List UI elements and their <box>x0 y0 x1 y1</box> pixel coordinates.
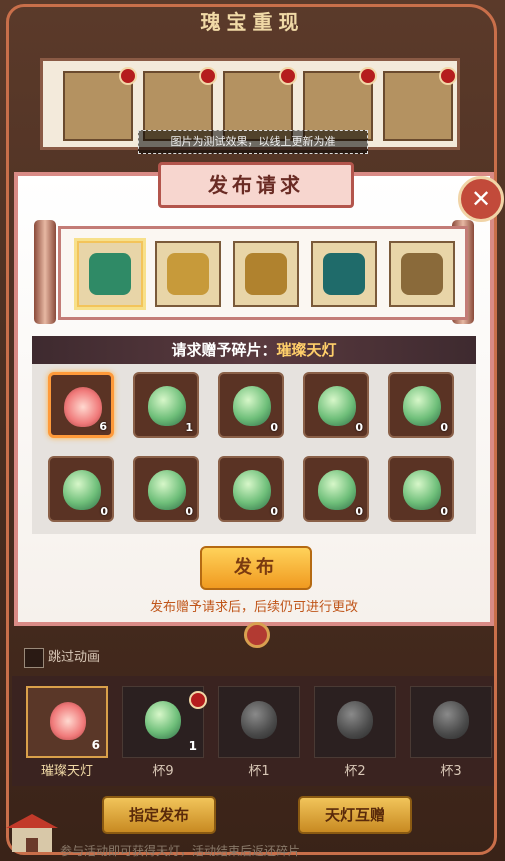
background-title: 瑰宝重现 <box>200 10 305 34</box>
fragment-cell-4[interactable]: 0 <box>303 372 369 438</box>
skip-animation-toggle[interactable]: 跳过动画 <box>24 646 100 668</box>
dragon-seal-icon <box>167 253 209 295</box>
assign-publish-button[interactable]: 指定发布 <box>102 796 216 834</box>
fragment-count: 0 <box>100 505 108 518</box>
fragment-cell-3[interactable]: 0 <box>218 372 284 438</box>
request-target: 璀璨天灯 <box>276 341 337 359</box>
fragment-cell-7[interactable]: 0 <box>133 456 199 522</box>
bronze-bowl-icon <box>245 253 287 295</box>
red-dot-icon <box>279 67 297 85</box>
close-icon: ✕ <box>470 185 492 213</box>
bronze-ding-icon <box>401 253 443 295</box>
treasure-slot-4[interactable] <box>311 241 377 307</box>
fragment-count: 0 <box>440 421 448 434</box>
knot-ornament-icon <box>244 622 270 648</box>
fragment-cell-6[interactable]: 0 <box>48 456 114 522</box>
request-bar: 请求赠予碎片：璀璨天灯 <box>32 336 476 364</box>
treasure-slot-3[interactable] <box>233 241 299 307</box>
red-dot-icon <box>359 67 377 85</box>
bg-slot <box>63 67 137 141</box>
red-dot-icon <box>189 691 207 709</box>
inventory-label: 杯3 <box>440 764 462 779</box>
fragment-count: 1 <box>185 421 193 434</box>
checkbox[interactable] <box>24 647 44 668</box>
fragment-count: 0 <box>270 421 278 434</box>
fragment-count: 0 <box>185 505 193 518</box>
jade-vase-icon <box>323 253 365 295</box>
inventory-count: 1 <box>188 739 197 753</box>
skip-animation-label: 跳过动画 <box>48 650 101 665</box>
locked-lamp-icon <box>241 701 277 739</box>
fragment-count: 0 <box>355 421 363 434</box>
modal-title: 发布请求 <box>158 162 354 208</box>
inventory-slot-4[interactable] <box>314 686 396 758</box>
lotus-lamp-icon <box>64 387 102 427</box>
publish-hint: 发布赠予请求后，后续仍可进行更改 <box>149 600 358 615</box>
jade-lamp-icon <box>233 386 271 426</box>
treasure-shelf <box>58 226 468 320</box>
locked-lamp-icon <box>337 701 373 739</box>
inventory-label: 杯9 <box>152 764 174 779</box>
publish-button[interactable]: 发布 <box>200 546 312 590</box>
fragment-cell-1[interactable]: 6 <box>48 372 114 438</box>
jade-tree-icon <box>89 253 131 295</box>
inventory-slot-3[interactable] <box>218 686 300 758</box>
jade-lamp-icon <box>233 470 271 510</box>
inventory-slot-2[interactable]: 1 <box>122 686 207 758</box>
inventory-label: 杯2 <box>344 764 366 779</box>
inventory-count: 6 <box>91 738 100 752</box>
jade-lamp-icon <box>318 386 356 426</box>
jade-lamp-icon <box>145 701 181 739</box>
fragment-count: 0 <box>270 505 278 518</box>
fragment-count: 0 <box>440 505 448 518</box>
jade-lamp-icon <box>403 470 441 510</box>
locked-lamp-icon <box>433 701 469 739</box>
jade-lamp-icon <box>403 386 441 426</box>
jade-lamp-icon <box>63 470 101 510</box>
pavilion-icon[interactable] <box>2 810 62 858</box>
red-dot-icon <box>199 67 217 85</box>
fragment-grid: 6 1 0 0 0 0 0 0 0 0 <box>32 364 476 534</box>
treasure-slot-1[interactable] <box>77 241 143 307</box>
red-dot-icon <box>119 67 137 85</box>
jade-lamp-icon <box>148 386 186 426</box>
jade-lamp-icon <box>148 470 186 510</box>
treasure-slot-5[interactable] <box>389 241 455 307</box>
inventory-label: 杯1 <box>248 764 270 779</box>
fragment-cell-8[interactable]: 0 <box>218 456 284 522</box>
scroll-rod-left <box>34 220 56 324</box>
fragment-cell-10[interactable]: 0 <box>388 456 454 522</box>
fragment-cell-2[interactable]: 1 <box>133 372 199 438</box>
treasure-slot-2[interactable] <box>155 241 221 307</box>
fragment-count: 0 <box>355 505 363 518</box>
fragment-cell-9[interactable]: 0 <box>303 456 369 522</box>
jade-lamp-icon <box>318 470 356 510</box>
lamp-exchange-button[interactable]: 天灯互赠 <box>298 796 412 834</box>
close-button[interactable]: ✕ <box>458 176 504 222</box>
inventory-slot-5[interactable] <box>410 686 492 758</box>
bg-slot <box>383 67 457 141</box>
inventory-slot-1[interactable]: 6 <box>26 686 108 758</box>
footer-text: 参与活动即可获得天灯，活动结束后返还碎片 <box>60 844 301 858</box>
fragment-count: 6 <box>99 420 107 433</box>
test-notice: 图片为测试效果，以线上更新为准 <box>138 130 368 154</box>
bottom-inventory: 6 璀璨天灯 1 杯9 杯1 杯2 杯3 <box>12 676 494 786</box>
red-dot-icon <box>439 67 457 85</box>
request-label: 请求赠予碎片： <box>171 341 277 359</box>
inventory-label: 璀璨天灯 <box>40 764 93 779</box>
fragment-cell-5[interactable]: 0 <box>388 372 454 438</box>
lotus-lamp-icon <box>50 702 86 740</box>
